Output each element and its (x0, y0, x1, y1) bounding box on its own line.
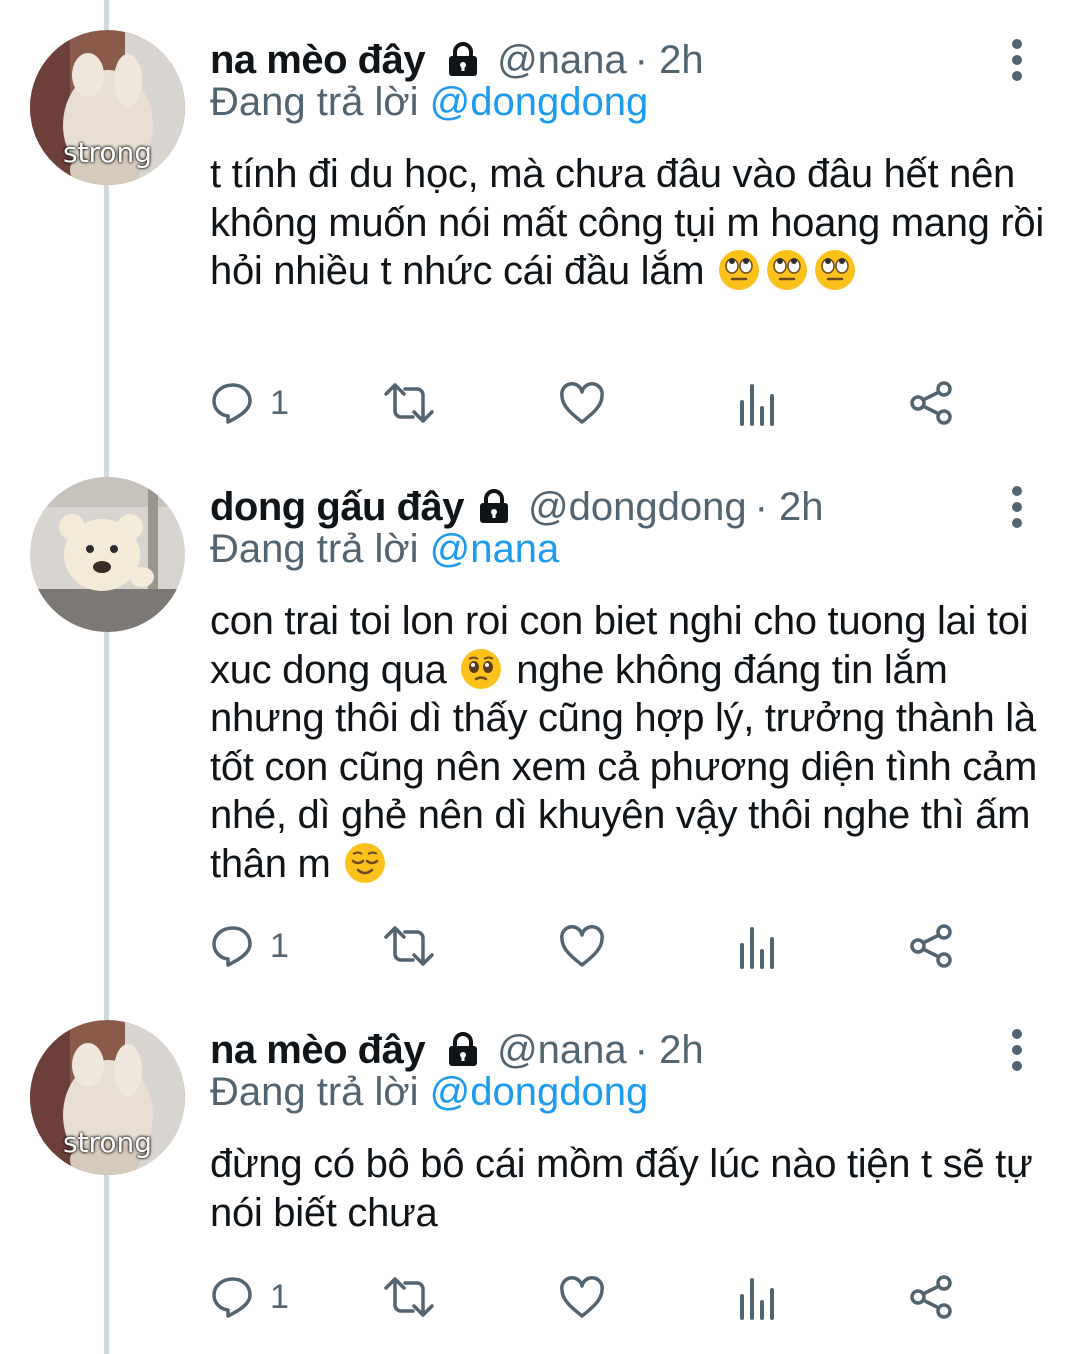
avatar[interactable]: strong (30, 1020, 185, 1175)
analytics-button[interactable] (736, 1272, 780, 1322)
tweet-actions: 1 (210, 1272, 1060, 1322)
share-icon (910, 1275, 952, 1319)
like-button[interactable] (558, 378, 606, 428)
display-name[interactable]: na mèo đây (210, 38, 426, 83)
retweet-button[interactable] (382, 1272, 436, 1322)
tweet-text-part: t tính đi du học, mà chưa đâu vào đâu hế… (210, 152, 1044, 293)
analytics-icon (740, 384, 774, 426)
retweet-icon (384, 1277, 434, 1317)
reply-prefix: Đang trả lời (210, 80, 419, 124)
reply-prefix: Đang trả lời (210, 527, 419, 571)
tweet-text-part: đừng có bô bô cái mồm đấy lúc nào tiện t… (210, 1142, 1033, 1235)
timestamp[interactable]: · 2h (635, 1028, 704, 1073)
lock-icon (449, 1032, 478, 1066)
retweet-button[interactable] (382, 921, 436, 971)
reply-count: 1 (270, 383, 289, 422)
lock-icon (449, 42, 478, 76)
reply-context: Đang trả lời @dongdong (210, 1070, 648, 1115)
relieved-emoji (345, 842, 386, 883)
reply-button[interactable]: 1 (210, 378, 289, 428)
timestamp[interactable]: · 2h (635, 38, 704, 83)
retweet-icon (384, 926, 434, 966)
share-button[interactable] (908, 378, 954, 428)
like-icon (560, 382, 604, 424)
eye-roll-emoji (767, 250, 808, 290)
share-button[interactable] (908, 921, 954, 971)
username[interactable]: @nana (497, 1028, 627, 1073)
avatar[interactable]: strong (30, 30, 185, 185)
analytics-button[interactable] (736, 378, 780, 428)
username[interactable]: @nana (497, 38, 627, 83)
like-button[interactable] (558, 1272, 606, 1322)
display-name[interactable]: dong gấu đây (210, 485, 465, 530)
like-icon (560, 1276, 604, 1318)
reply-button[interactable]: 1 (210, 1272, 289, 1322)
tweet-actions: 1 (210, 921, 1060, 971)
avatar-caption: strong (62, 1126, 153, 1159)
eye-roll-emoji (815, 250, 856, 290)
reply-count: 1 (270, 926, 289, 965)
more-icon[interactable] (1000, 477, 1034, 537)
eye-roll-emoji (719, 250, 760, 290)
tweet-text: t tính đi du học, mà chưa đâu vào đâu hế… (210, 150, 1050, 296)
share-icon (910, 381, 952, 425)
teary-emoji (461, 648, 502, 689)
username[interactable]: @dongdong (528, 485, 747, 530)
reply-mention[interactable]: @nana (430, 527, 560, 571)
reply-button[interactable]: 1 (210, 921, 289, 971)
more-icon[interactable] (1000, 30, 1034, 90)
timestamp[interactable]: · 2h (755, 485, 824, 530)
retweet-icon (384, 383, 434, 423)
reply-context: Đang trả lời @dongdong (210, 80, 648, 125)
analytics-button[interactable] (736, 921, 780, 971)
reply-mention[interactable]: @dongdong (430, 80, 649, 124)
like-icon (560, 925, 604, 967)
reply-count: 1 (270, 1277, 289, 1316)
tweet-actions: 1 (210, 378, 1060, 428)
reply-prefix: Đang trả lời (210, 1070, 419, 1114)
analytics-icon (740, 927, 774, 969)
share-button[interactable] (908, 1272, 954, 1322)
reply-mention[interactable]: @dongdong (430, 1070, 649, 1114)
tweet-text: đừng có bô bô cái mồm đấy lúc nào tiện t… (210, 1140, 1050, 1237)
reply-context: Đang trả lời @nana (210, 527, 559, 572)
avatar[interactable] (30, 477, 185, 632)
retweet-button[interactable] (382, 378, 436, 428)
like-button[interactable] (558, 921, 606, 971)
tweet-text: con trai toi lon roi con biet nghi cho t… (210, 597, 1045, 888)
reply-icon (212, 926, 252, 967)
avatar-caption: strong (62, 136, 153, 169)
lock-icon (480, 489, 508, 523)
share-icon (910, 924, 952, 968)
reply-icon (212, 1277, 252, 1318)
reply-icon (212, 383, 252, 424)
display-name[interactable]: na mèo đây (210, 1028, 426, 1073)
analytics-icon (740, 1278, 774, 1320)
more-icon[interactable] (1000, 1020, 1034, 1080)
